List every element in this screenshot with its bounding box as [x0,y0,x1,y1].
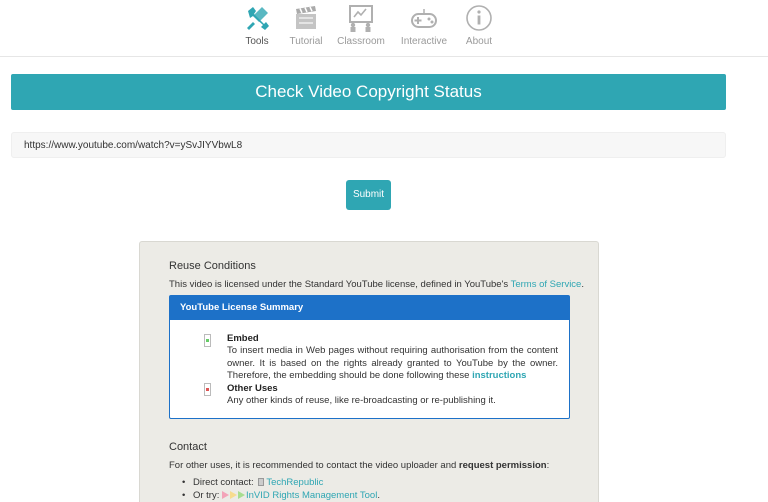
nav-about[interactable]: About [444,3,514,48]
results-panel: Reuse Conditions This video is licensed … [139,241,599,502]
contact-intro: For other uses, it is recommended to con… [169,460,549,471]
list-item: Or try: InVID Rights Management Tool. [182,489,380,502]
contact-intro-suffix: : [546,460,550,471]
license-summary-box: YouTube License Summary Embed To insert … [169,295,570,419]
embed-description: To insert media in Web pages without req… [227,345,558,383]
nav-label: About [465,36,493,47]
channel-icon [258,478,265,486]
top-navigation: Tools Tutorial Classroom Interactive Abo… [0,0,768,57]
rights-management-tool-link[interactable]: InVID Rights Management Tool [246,490,377,501]
embed-allowed-icon [204,334,211,347]
license-summary-title: YouTube License Summary [170,296,569,320]
tools-icon [247,7,269,30]
direct-contact-label: Direct contact: [192,477,257,488]
reuse-intro: This video is licensed under the Standar… [169,279,584,290]
or-try-suffix: . [377,490,380,501]
video-url-input[interactable] [11,132,726,158]
submit-button[interactable]: Submit [346,180,391,210]
page-title-banner: Check Video Copyright Status [11,74,726,110]
reuse-intro-text: This video is licensed under the Standar… [169,279,511,290]
other-uses-description: Any other kinds of reuse, like re-broadc… [227,395,496,406]
reuse-heading: Reuse Conditions [169,260,256,272]
nav-label: Classroom [337,36,385,47]
arrows-icon [222,490,246,501]
info-icon [466,5,492,31]
request-permission-text: request permission [458,460,547,471]
film-icon [296,6,316,29]
contact-heading: Contact [169,441,207,453]
nav-classroom[interactable]: Classroom [326,3,396,48]
classroom-icon [349,5,373,32]
or-try-label: Or try: [192,490,222,501]
list-item: Direct contact: TechRepublic [182,476,380,489]
other-uses-title: Other Uses [227,383,278,394]
gamepad-icon [411,9,437,28]
contact-options-list: Direct contact: TechRepublic Or try: InV… [182,476,380,502]
embed-title: Embed [227,333,259,344]
instructions-link[interactable]: instructions [472,370,526,381]
uploader-link[interactable]: TechRepublic [266,477,323,488]
terms-of-service-link[interactable]: Terms of Service [511,279,582,290]
reuse-intro-suffix: . [581,279,584,290]
other-uses-restricted-icon [204,383,211,396]
contact-intro-text: For other uses, it is recommended to con… [169,460,459,471]
